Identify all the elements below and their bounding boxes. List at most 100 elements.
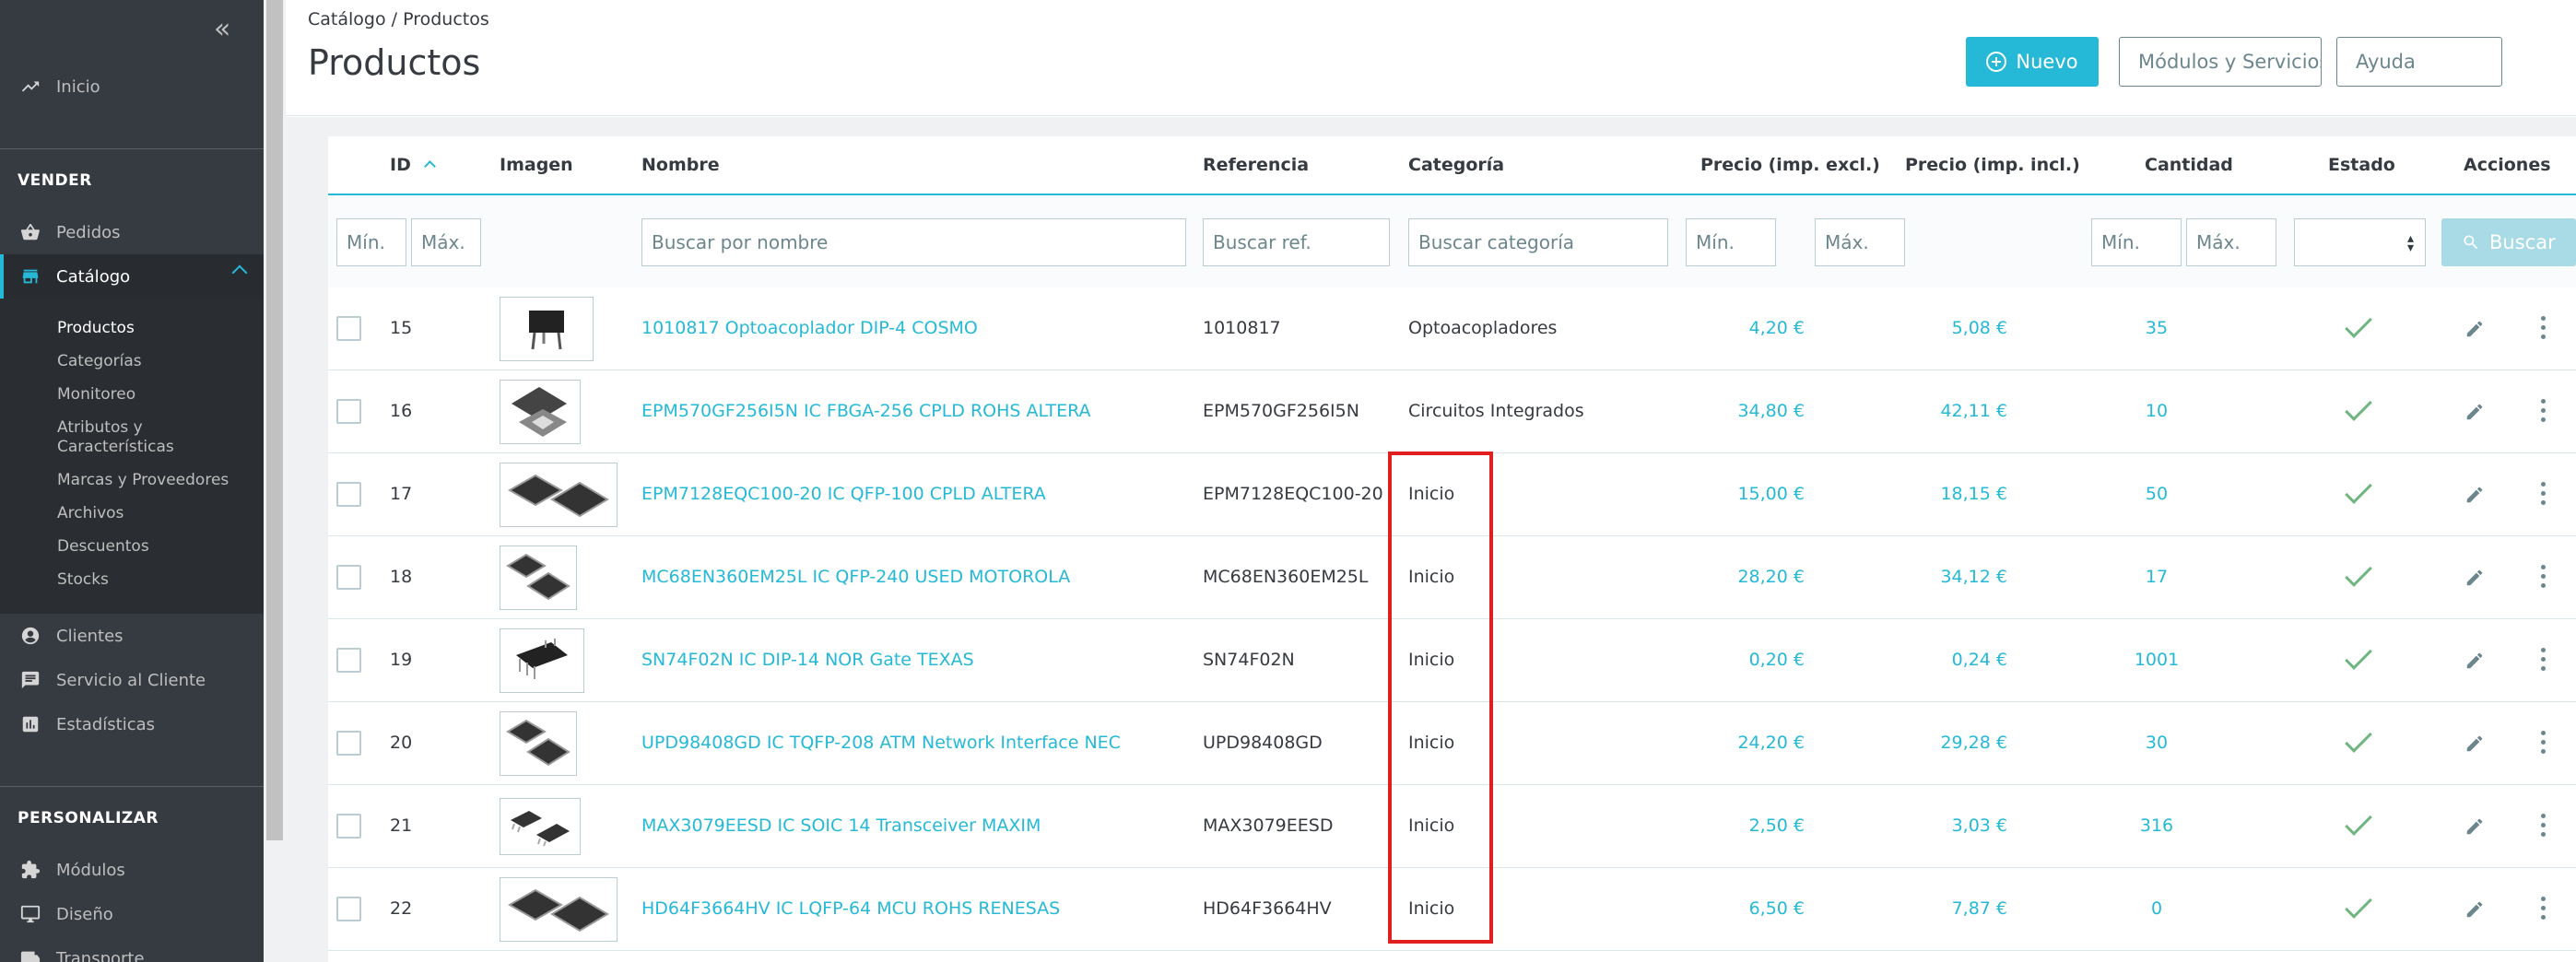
more-actions-icon[interactable] <box>2541 814 2547 841</box>
submenu-item-discounts[interactable]: Descuentos <box>57 537 149 557</box>
row-quantity[interactable]: 0 <box>2120 898 2194 919</box>
submenu-item-categories[interactable]: Categorías <box>57 352 142 371</box>
row-price-incl[interactable]: 3,03 € <box>1899 815 2007 836</box>
submenu-item-stocks[interactable]: Stocks <box>57 570 109 590</box>
submenu-item-brands[interactable]: Marcas y Proveedores <box>57 471 229 490</box>
product-thumbnail[interactable] <box>500 463 618 527</box>
more-actions-icon[interactable] <box>2541 731 2547 758</box>
col-header-category[interactable]: Categoría <box>1408 155 1504 175</box>
submenu-item-monitoring[interactable]: Monitoreo <box>57 385 135 405</box>
sidebar-item-modules[interactable]: Módulos <box>0 857 264 883</box>
row-select-checkbox[interactable] <box>336 814 361 839</box>
product-thumbnail[interactable] <box>500 297 594 361</box>
row-price-excl[interactable]: 4,20 € <box>1696 318 1805 338</box>
row-quantity[interactable]: 50 <box>2120 484 2194 504</box>
product-thumbnail[interactable] <box>500 546 577 610</box>
sort-asc-icon[interactable] <box>423 160 436 172</box>
sidebar-item-home[interactable]: Inicio <box>0 74 264 100</box>
row-quantity[interactable]: 1001 <box>2120 650 2194 670</box>
product-name-link[interactable]: EPM7128EQC100-20 IC QFP-100 CPLD ALTERA <box>641 484 1046 504</box>
row-price-incl[interactable]: 34,12 € <box>1899 567 2007 587</box>
sidebar-item-stats[interactable]: Estadísticas <box>0 711 264 737</box>
sidebar-item-shipping[interactable]: Transporte <box>0 945 264 962</box>
product-name-link[interactable]: UPD98408GD IC TQFP-208 ATM Network Inter… <box>641 733 1121 753</box>
product-name-link[interactable]: MC68EN360EM25L IC QFP-240 USED MOTOROLA <box>641 567 1070 587</box>
id-max-input[interactable]: Máx. <box>411 218 481 266</box>
status-filter-select[interactable]: ▴ ▾ <box>2294 218 2426 266</box>
sidebar-item-design[interactable]: Diseño <box>0 901 264 927</box>
product-name-link[interactable]: EPM570GF256I5N IC FBGA-256 CPLD ROHS ALT… <box>641 401 1091 421</box>
collapse-sidebar-icon[interactable]: « <box>214 13 230 45</box>
product-thumbnail[interactable] <box>500 877 618 942</box>
row-quantity[interactable]: 316 <box>2120 815 2194 836</box>
breadcrumb[interactable]: Catálogo / Productos <box>308 9 489 29</box>
row-quantity[interactable]: 10 <box>2120 401 2194 421</box>
row-price-excl[interactable]: 0,20 € <box>1696 650 1805 670</box>
product-name-link[interactable]: MAX3079EESD IC SOIC 14 Transceiver MAXIM <box>641 815 1041 836</box>
row-quantity[interactable]: 30 <box>2120 733 2194 753</box>
edit-pencil-icon[interactable] <box>2464 816 2485 840</box>
help-button[interactable]: Ayuda <box>2336 37 2502 87</box>
more-actions-icon[interactable] <box>2541 399 2547 427</box>
row-price-incl[interactable]: 42,11 € <box>1899 401 2007 421</box>
sidebar-item-catalog-row[interactable]: Catálogo <box>0 264 264 289</box>
category-search-input[interactable]: Buscar categoría <box>1408 218 1668 266</box>
row-price-excl[interactable]: 6,50 € <box>1696 898 1805 919</box>
product-thumbnail[interactable] <box>500 628 584 693</box>
submenu-item-attributes-line2[interactable]: Características <box>57 438 174 457</box>
new-product-button[interactable]: Nuevo <box>1966 37 2099 87</box>
product-thumbnail[interactable] <box>500 711 577 776</box>
col-header-id[interactable]: ID <box>390 155 436 175</box>
row-select-checkbox[interactable] <box>336 399 361 424</box>
product-name-link[interactable]: HD64F3664HV IC LQFP-64 MCU ROHS RENESAS <box>641 898 1060 919</box>
sidebar-item-customers[interactable]: Clientes <box>0 623 264 649</box>
sidebar-item-orders[interactable]: Pedidos <box>0 219 264 245</box>
edit-pencil-icon[interactable] <box>2464 568 2485 592</box>
price-max-input[interactable]: Máx. <box>1815 218 1905 266</box>
row-select-checkbox[interactable] <box>336 897 361 921</box>
submenu-item-attributes[interactable]: Atributos y <box>57 418 143 438</box>
quantity-min-input[interactable]: Mín. <box>2091 218 2182 266</box>
edit-pencil-icon[interactable] <box>2464 651 2485 675</box>
more-actions-icon[interactable] <box>2541 897 2547 924</box>
submenu-item-files[interactable]: Archivos <box>57 504 124 523</box>
row-price-incl[interactable]: 7,87 € <box>1899 898 2007 919</box>
row-price-incl[interactable]: 0,24 € <box>1899 650 2007 670</box>
row-price-excl[interactable]: 28,20 € <box>1696 567 1805 587</box>
more-actions-icon[interactable] <box>2541 648 2547 675</box>
more-actions-icon[interactable] <box>2541 316 2547 344</box>
col-header-name[interactable]: Nombre <box>641 155 720 175</box>
edit-pencil-icon[interactable] <box>2464 319 2485 343</box>
row-quantity[interactable]: 17 <box>2120 567 2194 587</box>
recommended-modules-button[interactable]: Módulos y Servicios recomendados <box>2119 37 2322 87</box>
name-search-input[interactable]: Buscar por nombre <box>641 218 1186 266</box>
sidebar-item-customer-service[interactable]: Servicio al Cliente <box>0 667 264 693</box>
row-price-excl[interactable]: 24,20 € <box>1696 733 1805 753</box>
row-price-excl[interactable]: 34,80 € <box>1696 401 1805 421</box>
row-price-excl[interactable]: 2,50 € <box>1696 815 1805 836</box>
id-min-input[interactable]: Mín. <box>336 218 406 266</box>
scrollbar-thumb[interactable] <box>266 0 283 840</box>
row-select-checkbox[interactable] <box>336 648 361 673</box>
row-price-incl[interactable]: 18,15 € <box>1899 484 2007 504</box>
row-select-checkbox[interactable] <box>336 731 361 756</box>
col-header-status[interactable]: Estado <box>2328 155 2395 175</box>
edit-pencil-icon[interactable] <box>2464 485 2485 509</box>
product-name-link[interactable]: SN74F02N IC DIP-14 NOR Gate TEXAS <box>641 650 974 670</box>
row-quantity[interactable]: 35 <box>2120 318 2194 338</box>
row-select-checkbox[interactable] <box>336 565 361 590</box>
col-header-price-incl[interactable]: Precio (imp. incl.) <box>1905 155 2080 175</box>
row-price-excl[interactable]: 15,00 € <box>1696 484 1805 504</box>
search-button[interactable]: Buscar <box>2441 218 2576 266</box>
col-header-price-excl[interactable]: Precio (imp. excl.) <box>1700 155 1880 175</box>
price-min-input[interactable]: Mín. <box>1686 218 1776 266</box>
reference-search-input[interactable]: Buscar ref. <box>1203 218 1390 266</box>
row-select-checkbox[interactable] <box>336 316 361 341</box>
col-header-reference[interactable]: Referencia <box>1203 155 1309 175</box>
col-header-quantity[interactable]: Cantidad <box>2145 155 2233 175</box>
submenu-item-products[interactable]: Productos <box>57 319 135 338</box>
edit-pencil-icon[interactable] <box>2464 733 2485 757</box>
row-select-checkbox[interactable] <box>336 482 361 507</box>
product-thumbnail[interactable] <box>500 380 581 444</box>
product-name-link[interactable]: 1010817 Optoacoplador DIP-4 COSMO <box>641 318 978 338</box>
